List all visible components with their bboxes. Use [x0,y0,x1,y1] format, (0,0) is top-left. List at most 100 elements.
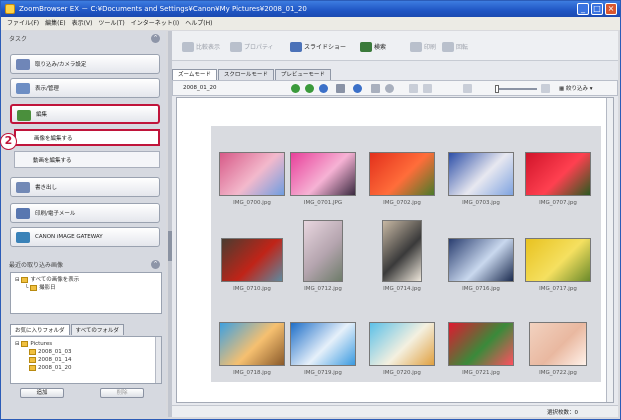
menu-view[interactable]: 表示(V) [72,17,93,30]
thumbnail-image[interactable] [369,152,435,196]
folder-item[interactable]: ⊟ Pictures [15,340,157,348]
filter-icon: ▦ [559,86,565,92]
task-print-email-button[interactable]: 印刷/電子メール [10,203,160,223]
select-icon[interactable] [336,84,345,93]
thumbnail-item[interactable]: IMG_0707.jpg [523,132,593,206]
thumbnail-item[interactable]: IMG_0720.jpg [367,302,437,376]
task-label: 表示/管理 [35,86,59,92]
tab-scroll-mode[interactable]: スクロールモード [217,69,274,80]
thumbnail-item[interactable]: IMG_0717.jpg [523,218,593,292]
thumbnail-image[interactable] [290,152,356,196]
thumbnail-item[interactable]: IMG_0710.jpg [217,218,287,292]
properties-icon [230,41,242,52]
menu-tools[interactable]: ツール(T) [98,17,124,30]
task-export-button[interactable]: 書き出し [10,177,160,197]
edit-movie-button[interactable]: 動画を編集する [14,151,160,168]
thumbnail-image[interactable] [219,322,285,366]
thumbnail-item[interactable]: IMG_0716.jpg [446,218,516,292]
thumbnail-size-slider[interactable] [495,85,537,93]
thumbnail-item[interactable]: IMG_0703.jpg [446,132,516,206]
task-canon-gateway-button[interactable]: CANON iMAGE GATEWAY [10,227,160,247]
folder-item[interactable]: 2008_01_20 [15,364,157,372]
thumbnail-image[interactable] [290,322,356,366]
recent-tree: ⊟ すべての画像を表示 └ 撮影日 [10,272,162,314]
tab-favorite-folders[interactable]: お気に入りフォルダ [10,324,70,335]
thumbnail-filename: IMG_0716.jpg [462,286,500,292]
thumbnail-image[interactable] [525,238,591,282]
window-title: ZoomBrowser EX － C:¥Documents and Settin… [19,5,307,13]
properties-button[interactable]: プロパティ [230,40,274,53]
add-folder-button[interactable]: 追加 [20,388,64,398]
refresh-icon[interactable] [319,84,328,93]
compare-button[interactable]: 比較表示 [182,40,220,53]
rotate-icon[interactable] [409,84,418,93]
thumbnail-item[interactable]: IMG_0701.JPG [288,132,358,206]
folder-item[interactable]: 2008_01_14 [15,356,157,364]
edit-image-button[interactable]: 画像を編集する [14,129,160,146]
thumbnail-area: IMG_0700.jpg IMG_0701.JPG IMG_0702.jpg IMG_… [176,97,614,403]
menu-help[interactable]: ヘルプ(H) [185,17,212,30]
folder-item[interactable]: 2008_01_03 [15,348,157,356]
thumbnail-item[interactable]: IMG_0702.jpg [367,132,437,206]
menu-file[interactable]: ファイル(F) [7,17,39,30]
rotate-button[interactable]: 回転 [442,40,468,53]
forward-icon[interactable] [305,84,314,93]
thumbnail-image[interactable] [221,238,283,282]
slider-knob[interactable] [495,85,499,93]
filter-button[interactable]: ▦ 絞り込み ▾ [559,84,592,92]
task-view-manage-icon [16,83,30,94]
zoom-icon[interactable] [385,84,394,93]
thumbnail-item[interactable]: IMG_0721.jpg [446,302,516,376]
thumbnail-image[interactable] [382,220,422,282]
selection-count: 選択枚数：0 [547,410,578,416]
thumbnail-image[interactable] [369,322,435,366]
thumbnail-item[interactable]: IMG_0714.jpg [367,218,437,292]
thumbnail-filename: IMG_0702.jpg [383,200,421,206]
maximize-button[interactable]: □ [591,3,603,15]
menu-internet[interactable]: インターネット(I) [131,17,179,30]
thumbnail-item[interactable]: IMG_0719.jpg [288,302,358,376]
tree-item-date[interactable]: └ 撮影日 [15,284,157,292]
tab-all-folders[interactable]: すべてのフォルダ [70,324,124,335]
thumbnail-item[interactable]: IMG_0700.jpg [217,132,287,206]
minimize-button[interactable]: _ [577,3,589,15]
tab-preview-mode[interactable]: プレビューモード [274,69,331,80]
folder-tree: ⊟ Pictures 2008_01_03 2008_01_14 2008_01… [10,336,162,384]
thumbnail-item[interactable]: IMG_0712.jpg [288,218,358,292]
thumbnail-item[interactable]: IMG_0722.jpg [523,302,593,376]
task-view-manage-button[interactable]: 表示/管理 [10,78,160,98]
thumbnail-image[interactable] [448,152,514,196]
search-button[interactable]: 検索 [360,40,386,53]
thumbnail-filename: IMG_0703.jpg [462,200,500,206]
thumbnail-image[interactable] [525,152,591,196]
task-export-icon [16,182,30,193]
thumbnail-image[interactable] [448,322,514,366]
thumbnail-item[interactable]: IMG_0718.jpg [217,302,287,376]
tab-zoom-mode[interactable]: ズームモード [172,69,217,80]
tree-item-all[interactable]: ⊟ すべての画像を表示 [15,276,157,284]
info-icon[interactable] [353,84,362,93]
back-icon[interactable] [291,84,300,93]
large-thumb-icon[interactable] [541,84,550,93]
thumbnail-image[interactable] [529,322,587,366]
collapse-icon[interactable]: ⌃ [151,33,160,43]
task-edit-button[interactable]: 編集 [10,104,160,124]
task-edit-icon [17,110,31,121]
thumbnail-image[interactable] [303,220,343,282]
thumbnail-filename: IMG_0722.jpg [539,370,577,376]
close-button[interactable]: × [605,3,617,15]
thumbnail-filename: IMG_0710.jpg [233,286,271,292]
collapse-icon[interactable]: ⌃ [151,259,160,269]
scrollbar[interactable] [155,337,161,383]
pointer-icon[interactable] [371,84,380,93]
menu-edit[interactable]: 編集(E) [45,17,65,30]
rotate-icon[interactable] [423,84,432,93]
slideshow-button[interactable]: スライドショー [290,40,346,53]
thumbnail-image[interactable] [448,238,514,282]
scrollbar[interactable] [606,98,613,402]
small-thumb-icon[interactable] [463,84,472,93]
thumbnail-image[interactable] [219,152,285,196]
print-button[interactable]: 印刷 [410,40,436,53]
task-import-button[interactable]: 取り込み/カメラ設定 [10,54,160,74]
remove-folder-button[interactable]: 削除 [100,388,144,398]
